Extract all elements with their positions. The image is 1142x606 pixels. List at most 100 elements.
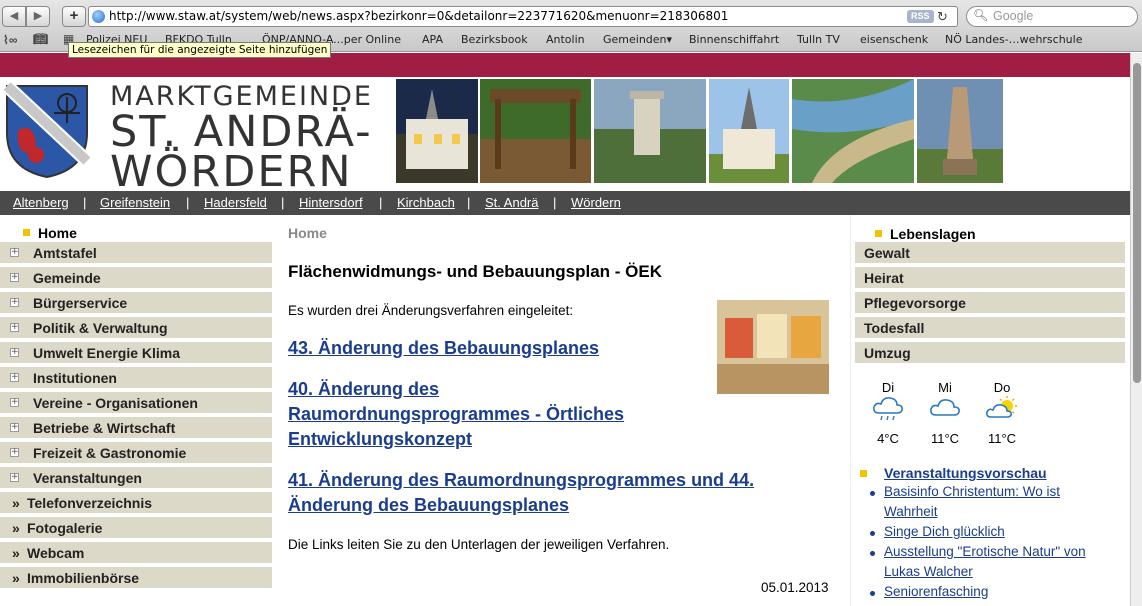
breadcrumb[interactable]: Home xyxy=(288,225,327,241)
nav-item-label[interactable]: Freizeit & Gastronomie xyxy=(33,445,186,461)
link-line[interactable]: Änderung des Bebauungsplanes xyxy=(288,493,754,518)
nav-item-label[interactable]: Vereine - Organisationen xyxy=(33,395,198,411)
exhibition-photo[interactable] xyxy=(717,300,829,394)
nav-item[interactable]: + Institutionen xyxy=(0,367,272,390)
document-link[interactable]: 40. Änderung des Raumordnungsprogrammes … xyxy=(288,377,624,452)
lebenslage-item[interactable]: Heirat xyxy=(855,267,1125,290)
link-line[interactable]: Entwicklungskonzept xyxy=(288,427,624,452)
expand-icon[interactable]: + xyxy=(10,323,19,332)
nav-item[interactable]: + Vereine - Organisationen xyxy=(0,392,272,415)
expand-icon[interactable]: + xyxy=(10,273,19,282)
nav-link[interactable]: » Immobilienbörse xyxy=(0,567,272,590)
expand-icon[interactable]: + xyxy=(10,398,19,407)
event-link[interactable]: Ausstellung "Erotische Natur" von Lukas … xyxy=(884,542,1124,582)
lebenslage-label[interactable]: Todesfall xyxy=(864,320,924,336)
event-link[interactable]: Singe Dich glücklich xyxy=(884,522,1124,542)
bookmark-item[interactable]: APA xyxy=(422,33,443,46)
nav-item-label[interactable]: Bürgerservice xyxy=(33,295,127,311)
lebenslage-label[interactable]: Heirat xyxy=(864,270,904,286)
nav-link[interactable]: » Fotogalerie xyxy=(0,517,272,540)
forward-button[interactable]: ▶ xyxy=(26,6,50,27)
bookmark-item[interactable]: Gemeinden▾ xyxy=(603,33,672,46)
link-line[interactable]: 40. Änderung des xyxy=(288,377,624,402)
nav-item[interactable]: + Gemeinde xyxy=(0,267,272,290)
nav-item[interactable]: + Veranstaltungen xyxy=(0,467,272,490)
expand-icon[interactable]: + xyxy=(10,448,19,457)
expand-icon[interactable]: + xyxy=(10,423,19,432)
place-link[interactable]: Altenberg xyxy=(13,195,69,210)
place-link[interactable]: Hadersfeld xyxy=(204,195,267,210)
nav-link-label[interactable]: Webcam xyxy=(27,545,84,561)
place-link[interactable]: Kirchbach xyxy=(397,195,455,210)
nav-link[interactable]: » Webcam xyxy=(0,542,272,565)
coat-of-arms-logo[interactable] xyxy=(4,83,90,179)
bookmark-item[interactable]: eisenschenk xyxy=(860,33,928,46)
bookmark-item[interactable]: Antolin xyxy=(546,33,585,46)
scrollbar[interactable] xyxy=(1130,53,1142,606)
event-line[interactable]: Seniorenfasching xyxy=(884,582,1124,602)
link-line[interactable]: 41. Änderung des Raumordnungsprogrammes … xyxy=(288,468,754,493)
bookmark-item[interactable]: Bezirksbook xyxy=(461,33,528,46)
bookmark-item[interactable]: NÖ Landes-…wehrschule xyxy=(945,33,1082,46)
link-line[interactable]: Raumordnungsprogrammes - Örtliches xyxy=(288,402,624,427)
search-placeholder[interactable]: Google xyxy=(993,9,1033,23)
event-link[interactable]: Seniorenfasching xyxy=(884,582,1124,602)
place-link[interactable]: Greifenstein xyxy=(100,195,170,210)
address-bar[interactable]: http://www.staw.at/system/web/news.aspx?… xyxy=(88,6,958,27)
lebenslage-label[interactable]: Pflegevorsorge xyxy=(864,295,966,311)
nav-item[interactable]: + Freizeit & Gastronomie xyxy=(0,442,272,465)
event-link[interactable]: Basisinfo Christentum: Wo ist Wahrheit xyxy=(884,482,1124,522)
nav-item-label[interactable]: Institutionen xyxy=(33,370,117,386)
nav-item[interactable]: + Betriebe & Wirtschaft xyxy=(0,417,272,440)
expand-icon[interactable]: + xyxy=(10,348,19,357)
expand-icon[interactable]: + xyxy=(10,298,19,307)
lebenslage-item[interactable]: Gewalt xyxy=(855,242,1125,265)
nav-item[interactable]: + Politik & Verwaltung xyxy=(0,317,272,340)
nav-link-label[interactable]: Immobilienbörse xyxy=(27,570,139,586)
nav-item-label[interactable]: Umwelt Energie Klima xyxy=(33,345,180,361)
event-line[interactable]: Singe Dich glücklich xyxy=(884,522,1124,542)
lebenslage-label[interactable]: Gewalt xyxy=(864,245,910,261)
url-text[interactable]: http://www.staw.at/system/web/news.aspx?… xyxy=(109,7,728,26)
nav-item[interactable]: + Amtstafel xyxy=(0,242,272,265)
rss-button[interactable]: RSS xyxy=(907,10,934,23)
document-link[interactable]: 41. Änderung des Raumordnungsprogrammes … xyxy=(288,468,754,518)
nav-item-label[interactable]: Gemeinde xyxy=(33,270,101,286)
expand-icon[interactable]: + xyxy=(10,248,19,257)
back-button[interactable]: ◀ xyxy=(2,6,26,27)
nav-item[interactable]: + Bürgerservice xyxy=(0,292,272,315)
nav-item[interactable]: + Umwelt Energie Klima xyxy=(0,342,272,365)
event-line[interactable]: Wahrheit xyxy=(884,502,1124,522)
book-icon[interactable]: 📖︎ xyxy=(33,32,48,46)
nav-item-label[interactable]: Betriebe & Wirtschaft xyxy=(33,420,175,436)
nav-item-label[interactable]: Politik & Verwaltung xyxy=(33,320,168,336)
event-line[interactable]: Lukas Walcher xyxy=(884,562,1124,582)
link-line[interactable]: 43. Änderung des Bebauungsplanes xyxy=(288,336,599,361)
nav-home[interactable]: Home xyxy=(0,225,272,241)
expand-icon[interactable]: + xyxy=(10,473,19,482)
document-link[interactable]: 43. Änderung des Bebauungsplanes xyxy=(288,336,599,361)
search-field[interactable]: 🔍︎ Google xyxy=(966,6,1138,27)
lebenslage-item[interactable]: Todesfall xyxy=(855,317,1125,340)
reader-icon[interactable]: ⌇∞ xyxy=(3,33,17,47)
lebenslage-label[interactable]: Umzug xyxy=(864,345,911,361)
lebenslage-item[interactable]: Pflegevorsorge xyxy=(855,292,1125,315)
bookmark-item[interactable]: Tulln TV xyxy=(797,33,840,46)
nav-item-label[interactable]: Veranstaltungen xyxy=(33,470,142,486)
nav-link-label[interactable]: Telefonverzeichnis xyxy=(27,495,152,511)
place-link[interactable]: Hintersdorf xyxy=(299,195,363,210)
event-line[interactable]: Basisinfo Christentum: Wo ist xyxy=(884,482,1124,502)
scroll-thumb[interactable] xyxy=(1133,63,1141,383)
lebenslage-item[interactable]: Umzug xyxy=(855,342,1125,365)
nav-item-label[interactable]: Amtstafel xyxy=(33,245,97,261)
bookmark-item[interactable]: Binnenschiffahrt xyxy=(689,33,779,46)
nav-link-label[interactable]: Fotogalerie xyxy=(27,520,102,536)
nav-home-label[interactable]: Home xyxy=(38,225,77,241)
nav-link[interactable]: » Telefonverzeichnis xyxy=(0,492,272,515)
events-title[interactable]: Veranstaltungsvorschau xyxy=(884,465,1047,481)
place-link[interactable]: St. Andrä xyxy=(485,195,538,210)
place-link[interactable]: Wördern xyxy=(571,195,621,210)
add-bookmark-button[interactable]: + xyxy=(62,6,86,27)
event-line[interactable]: Ausstellung "Erotische Natur" von xyxy=(884,542,1124,562)
reload-icon[interactable]: ↻ xyxy=(937,7,948,26)
